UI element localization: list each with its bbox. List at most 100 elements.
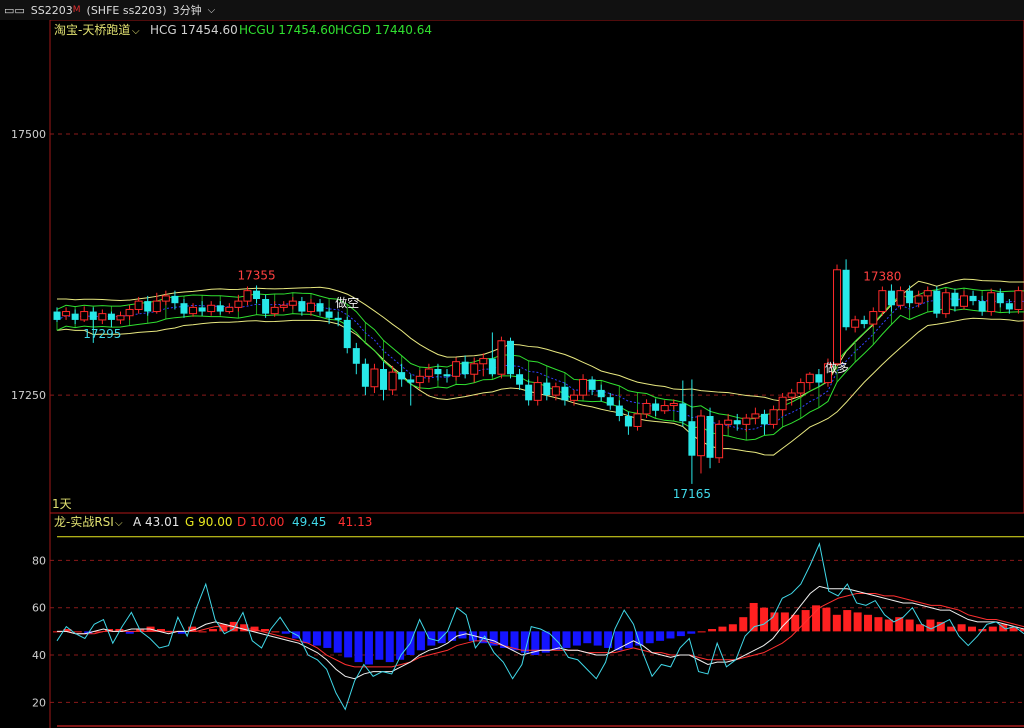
chart-area[interactable]: 17500 17250 17355 17295 17165 17380 做空做多 淘宝-天… — [0, 20, 1024, 728]
main-contract-marker: M — [72, 5, 81, 15]
rsi-histogram-bar — [73, 631, 82, 633]
rsi-histogram-bar — [333, 631, 342, 653]
rsi-histogram-bar — [760, 607, 769, 632]
candle-body — [923, 290, 932, 297]
candle-body — [80, 311, 89, 321]
candle-body — [53, 311, 61, 320]
legend-d: D 10.00 — [237, 515, 284, 529]
candle-body — [597, 389, 605, 398]
rsi-histogram-bar — [312, 631, 321, 646]
candle-body — [253, 290, 261, 300]
candle-body — [978, 301, 986, 312]
extreme-label: 17355 — [237, 268, 275, 282]
top-toolbar: ▭▭ SS2203 M (SHFE ss2203) 3分钟 ⌵ — [0, 0, 1024, 20]
rsi-histogram-bar — [302, 631, 311, 644]
legend-hcgu: HCGU 17454.60 — [239, 23, 336, 37]
rsi-histogram-bar — [687, 631, 696, 634]
candle-body — [279, 304, 288, 308]
candle-body — [370, 368, 379, 388]
legend-v1: 49.45 — [292, 515, 326, 529]
price-tick-label: 17250 — [11, 389, 46, 402]
rsi-ticks: 80 60 40 20 — [32, 554, 46, 709]
candle-body — [334, 317, 342, 320]
candle-body — [633, 413, 642, 427]
candle-body — [660, 405, 669, 412]
candle-body — [270, 306, 279, 315]
candle-body — [696, 415, 705, 457]
candle-body — [742, 417, 751, 425]
window-icon[interactable]: ▭▭ — [4, 4, 25, 17]
candle-body — [434, 369, 442, 375]
rsi-tick-label: 60 — [32, 602, 46, 615]
candle-body — [497, 340, 506, 375]
chevron-down-icon[interactable]: ⌵ — [115, 518, 123, 529]
candle-body — [288, 300, 297, 306]
candle-body — [896, 290, 905, 306]
candle-body — [551, 386, 560, 396]
candle-body — [161, 295, 170, 302]
rsi-histogram-bar — [739, 617, 748, 632]
candle-body — [388, 371, 397, 391]
candle-body — [479, 358, 488, 365]
rsi-histogram-bar — [541, 631, 550, 653]
candle-body — [805, 373, 814, 384]
rsi-histogram-bar — [562, 631, 571, 648]
candle-body — [615, 405, 623, 416]
candle-body — [715, 423, 724, 459]
candle-body — [461, 361, 469, 375]
candle-body — [306, 302, 315, 313]
price-tick-label: 17500 — [11, 128, 46, 141]
candle-body — [652, 403, 660, 411]
candle-body — [89, 311, 97, 320]
candle-body — [352, 348, 360, 364]
candle-body — [125, 308, 134, 317]
candle-body — [343, 319, 351, 349]
instrument-code[interactable]: SS2203 — [31, 4, 73, 17]
candle-body — [941, 292, 950, 315]
rsi-histogram-bar — [801, 610, 810, 632]
candle-body — [516, 374, 524, 385]
rsi-white-line — [57, 585, 1024, 680]
extreme-label: 17165 — [673, 487, 711, 501]
rsi-histogram-bar — [656, 631, 665, 641]
rsi-histogram-bar — [968, 626, 977, 632]
rsi-histogram-bar — [728, 624, 737, 632]
rsi-histogram-bar — [988, 626, 997, 632]
candle-body — [1014, 290, 1023, 310]
candle-body — [380, 369, 388, 390]
candle-body — [171, 295, 179, 304]
indicator-name-rsi[interactable]: 龙-实战RSI — [54, 514, 114, 529]
candle-body — [787, 392, 796, 398]
candle-body — [996, 292, 1004, 304]
candle-body — [933, 290, 941, 314]
candle-body — [1005, 303, 1013, 310]
candle-body — [116, 315, 125, 321]
rsi-histogram-bar — [208, 629, 217, 632]
candle-body — [207, 304, 216, 313]
candle-body — [144, 301, 152, 312]
candle-body — [969, 295, 977, 302]
rsi-histogram-bar — [853, 612, 862, 632]
rsi-histogram-bar — [864, 614, 873, 632]
period-selector[interactable]: 3分钟 — [173, 2, 202, 18]
rsi-histogram-bar — [770, 612, 779, 632]
rsi-histogram-bar — [666, 631, 675, 639]
candle-body — [878, 290, 887, 313]
legend-a: A 43.01 — [133, 515, 179, 529]
chevron-down-icon[interactable]: ⌵ — [208, 5, 216, 16]
candle-body — [760, 413, 768, 425]
chevron-down-icon[interactable]: ⌵ — [132, 26, 140, 37]
rsi-histogram-bar — [364, 631, 373, 665]
legend-hcgd: HCGD 17440.64 — [335, 23, 432, 37]
extreme-label: 17380 — [863, 269, 901, 283]
trading-app: ▭▭ SS2203 M (SHFE ss2203) 3分钟 ⌵ 17500 172… — [0, 0, 1024, 728]
candle-body — [724, 419, 733, 425]
candle-body — [443, 374, 451, 377]
indicator-name-main[interactable]: 淘宝-天桥跑道 — [54, 23, 130, 37]
candle-body — [606, 397, 614, 406]
candle-body — [180, 303, 188, 314]
rsi-histogram-bar — [708, 629, 717, 632]
rsi-histogram-bar — [905, 619, 914, 632]
candle-body — [189, 306, 198, 315]
candle-body — [669, 402, 678, 407]
